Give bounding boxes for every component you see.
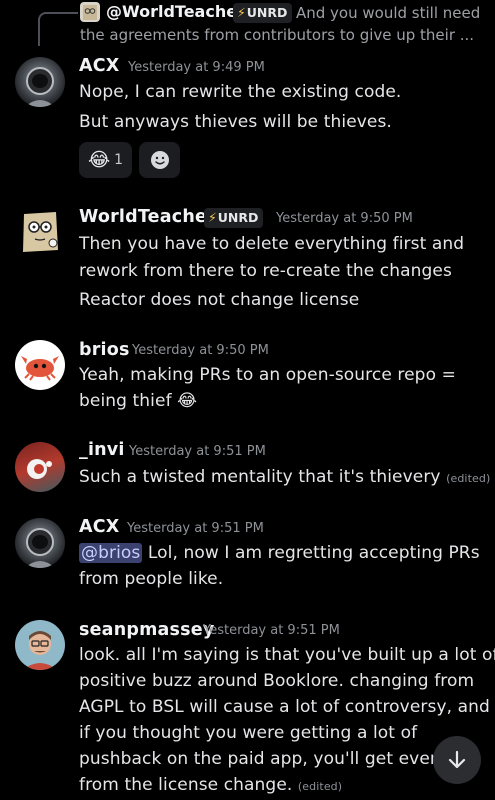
author-name[interactable]: WorldTeacher xyxy=(79,207,216,227)
edited-label: (edited) xyxy=(446,472,491,485)
role-tag: ⚡UNRD xyxy=(204,208,264,228)
smiley-face-icon xyxy=(150,151,169,169)
bolt-icon: ⚡ xyxy=(237,5,246,20)
reply-role-tag: ⚡UNRD xyxy=(233,3,293,23)
worldteacher-mini-avatar-icon xyxy=(83,5,97,20)
timestamp: Yesterday at 9:49 PM xyxy=(128,60,265,75)
message-line: Then you have to delete everything first… xyxy=(79,234,465,254)
message-text: from the license change. xyxy=(79,775,293,795)
astronaut-icon xyxy=(25,528,55,568)
timestamp: Yesterday at 9:50 PM xyxy=(132,343,269,358)
message-line: Yeah, making PRs to an open-source repo … xyxy=(79,365,456,385)
author-name[interactable]: seanpmassey xyxy=(79,620,214,640)
avatar-seanpmassey[interactable] xyxy=(15,620,65,670)
reply-preview-line1[interactable]: And you would still need xyxy=(296,4,480,22)
paper-bag-face-icon xyxy=(23,212,58,252)
message-line: AGPL to BSL will cause a lot of controve… xyxy=(79,697,490,717)
message-line: positive buzz around Booklore. changing … xyxy=(79,671,475,691)
user-mention[interactable]: @brios xyxy=(79,543,143,563)
message-line: rework from there to re-create the chang… xyxy=(79,261,452,281)
crab-icon xyxy=(21,356,59,381)
tag-label: UNRD xyxy=(217,210,259,225)
timestamp: Yesterday at 9:51 PM xyxy=(129,444,266,459)
message-line: But anyways thieves will be thieves. xyxy=(79,112,392,132)
avatar-worldteacher[interactable] xyxy=(15,206,65,256)
avatar-acx[interactable] xyxy=(15,57,65,107)
message-line: pushback on the paid app, you'll get eve… xyxy=(79,749,454,769)
message-line: @brios Lol, now I am regretting acceptin… xyxy=(79,543,480,563)
message-line: from the license change. (edited) xyxy=(79,775,342,795)
add-reaction-button[interactable] xyxy=(139,142,180,178)
message-line: from people like. xyxy=(79,569,224,589)
message-line: being thief 😂 xyxy=(79,391,198,411)
edited-label: (edited) xyxy=(297,780,343,793)
message-text: Such a twisted mentality that it's thiev… xyxy=(79,467,441,487)
reaction-laugh[interactable]: 😂 1 xyxy=(79,142,132,178)
reaction-count: 1 xyxy=(114,152,124,168)
avatar-acx[interactable] xyxy=(15,518,65,568)
reply-author[interactable]: @WorldTeacher xyxy=(106,2,245,21)
cartoon-person-icon xyxy=(23,631,57,670)
avatar-brios[interactable] xyxy=(15,340,65,390)
author-name[interactable]: _invi xyxy=(79,440,125,460)
message-line: Such a twisted mentality that it's thiev… xyxy=(79,467,490,487)
message-text: Lol, now I am regretting accepting PRs xyxy=(147,543,480,563)
laughing-emoji-icon: 😂 xyxy=(87,149,111,171)
timestamp: Yesterday at 9:50 PM xyxy=(276,211,413,226)
reply-avatar[interactable] xyxy=(80,2,100,22)
reply-tag-label: UNRD xyxy=(246,5,288,20)
reply-spine xyxy=(38,12,78,46)
author-name[interactable]: brios xyxy=(79,340,130,360)
jump-to-present-button[interactable] xyxy=(433,736,481,784)
message-line: Nope, I can rewrite the existing code. xyxy=(79,82,402,102)
bolt-icon: ⚡ xyxy=(208,210,217,225)
message-line: if you thought you were getting a lot of xyxy=(79,723,418,743)
astronaut-icon xyxy=(25,67,55,107)
message-line: look. all I'm saying is that you've buil… xyxy=(79,645,495,665)
character-portrait-icon xyxy=(27,459,52,479)
message-line: Reactor does not change license xyxy=(79,290,360,310)
author-name[interactable]: ACX xyxy=(79,517,119,537)
reply-preview-line2[interactable]: the agreements from contributors to give… xyxy=(80,26,474,44)
avatar-invi[interactable] xyxy=(15,442,65,492)
timestamp: Yesterday at 9:51 PM xyxy=(127,521,264,536)
author-name[interactable]: ACX xyxy=(79,56,119,76)
arrow-down-icon xyxy=(448,750,466,769)
timestamp: Yesterday at 9:51 PM xyxy=(203,623,340,638)
